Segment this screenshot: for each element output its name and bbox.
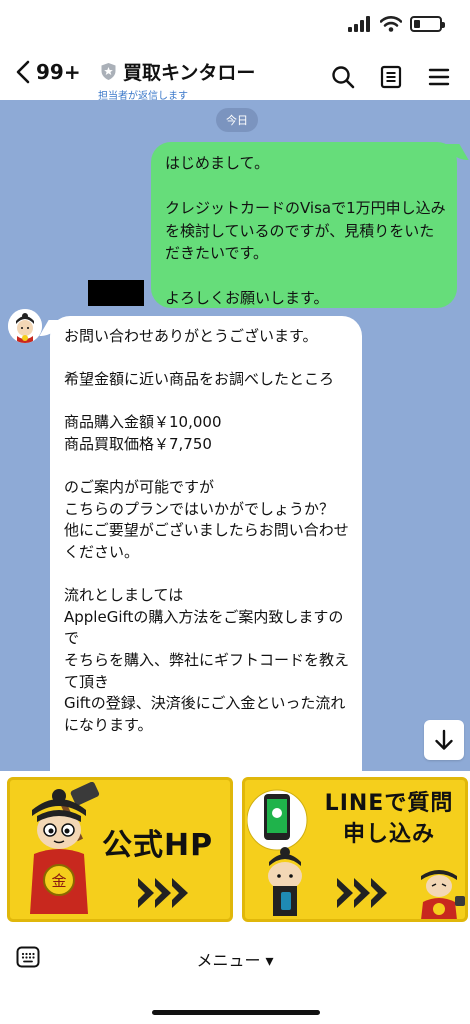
chat-area[interactable]: 今日 はじめまして。 クレジットカードのVisaで1万円申し込みを検討しているの… — [0, 100, 470, 771]
mascot-hammer-icon: 金 — [30, 782, 100, 914]
mascot-avatar-icon — [8, 309, 42, 343]
chevrons-icon — [337, 878, 388, 908]
phone-mascot-icon — [247, 789, 308, 916]
chat-title-area[interactable]: 買取キンタロー 担当者が返信します — [98, 58, 256, 102]
battery-icon — [410, 16, 445, 32]
scroll-to-bottom-button[interactable] — [424, 720, 464, 760]
unread-count: 99+ — [36, 60, 81, 84]
chevron-left-icon — [16, 60, 30, 84]
menu-toggle[interactable]: メニュー ▾ — [0, 947, 470, 971]
small-mascot-icon — [421, 870, 465, 919]
search-icon — [332, 66, 355, 89]
chat-header: 99+ 買取キンタロー 担当者が返信します — [0, 52, 470, 102]
wifi-icon — [380, 16, 402, 32]
official-hp-button[interactable]: 金 公式HP — [7, 777, 233, 922]
coin-label: 金 — [51, 872, 66, 890]
incoming-message-bubble[interactable]: お問い合わせありがとうございます。 希望金額に近い商品をお調べしたところ 商品購… — [50, 316, 362, 771]
note-icon — [380, 65, 402, 89]
line-question-button[interactable]: LINEで質問 申し込み — [242, 777, 468, 922]
outgoing-message-bubble[interactable]: はじめまして。 クレジットカードのVisaで1万円申し込みを検討しているのですが… — [151, 142, 457, 308]
page-title: 買取キンタロー — [123, 62, 256, 84]
bottom-bar: メニュー ▾ — [0, 928, 470, 988]
signal-icon — [348, 16, 370, 32]
status-bar — [0, 0, 470, 52]
date-separator: 今日 — [216, 108, 258, 132]
rich-menu: 金 公式HP LINEで質問 申し込み — [0, 771, 470, 928]
menu-icon — [428, 68, 450, 86]
home-indicator — [152, 1010, 320, 1015]
line-question-label: LINEで質問 申し込み — [324, 791, 454, 847]
avatar[interactable] — [8, 309, 42, 343]
search-button[interactable] — [330, 64, 356, 90]
back-button[interactable]: 99+ — [16, 60, 81, 84]
official-hp-label: 公式HP — [102, 828, 214, 863]
chevrons-icon — [138, 878, 189, 908]
battery-level — [414, 20, 420, 28]
redacted-timestamp — [88, 280, 144, 306]
menu-button[interactable] — [426, 64, 452, 90]
status-icons — [348, 16, 445, 32]
header-actions — [330, 64, 452, 90]
official-shield-icon — [101, 63, 116, 80]
arrow-down-icon — [435, 729, 453, 750]
notes-button[interactable] — [378, 64, 404, 90]
